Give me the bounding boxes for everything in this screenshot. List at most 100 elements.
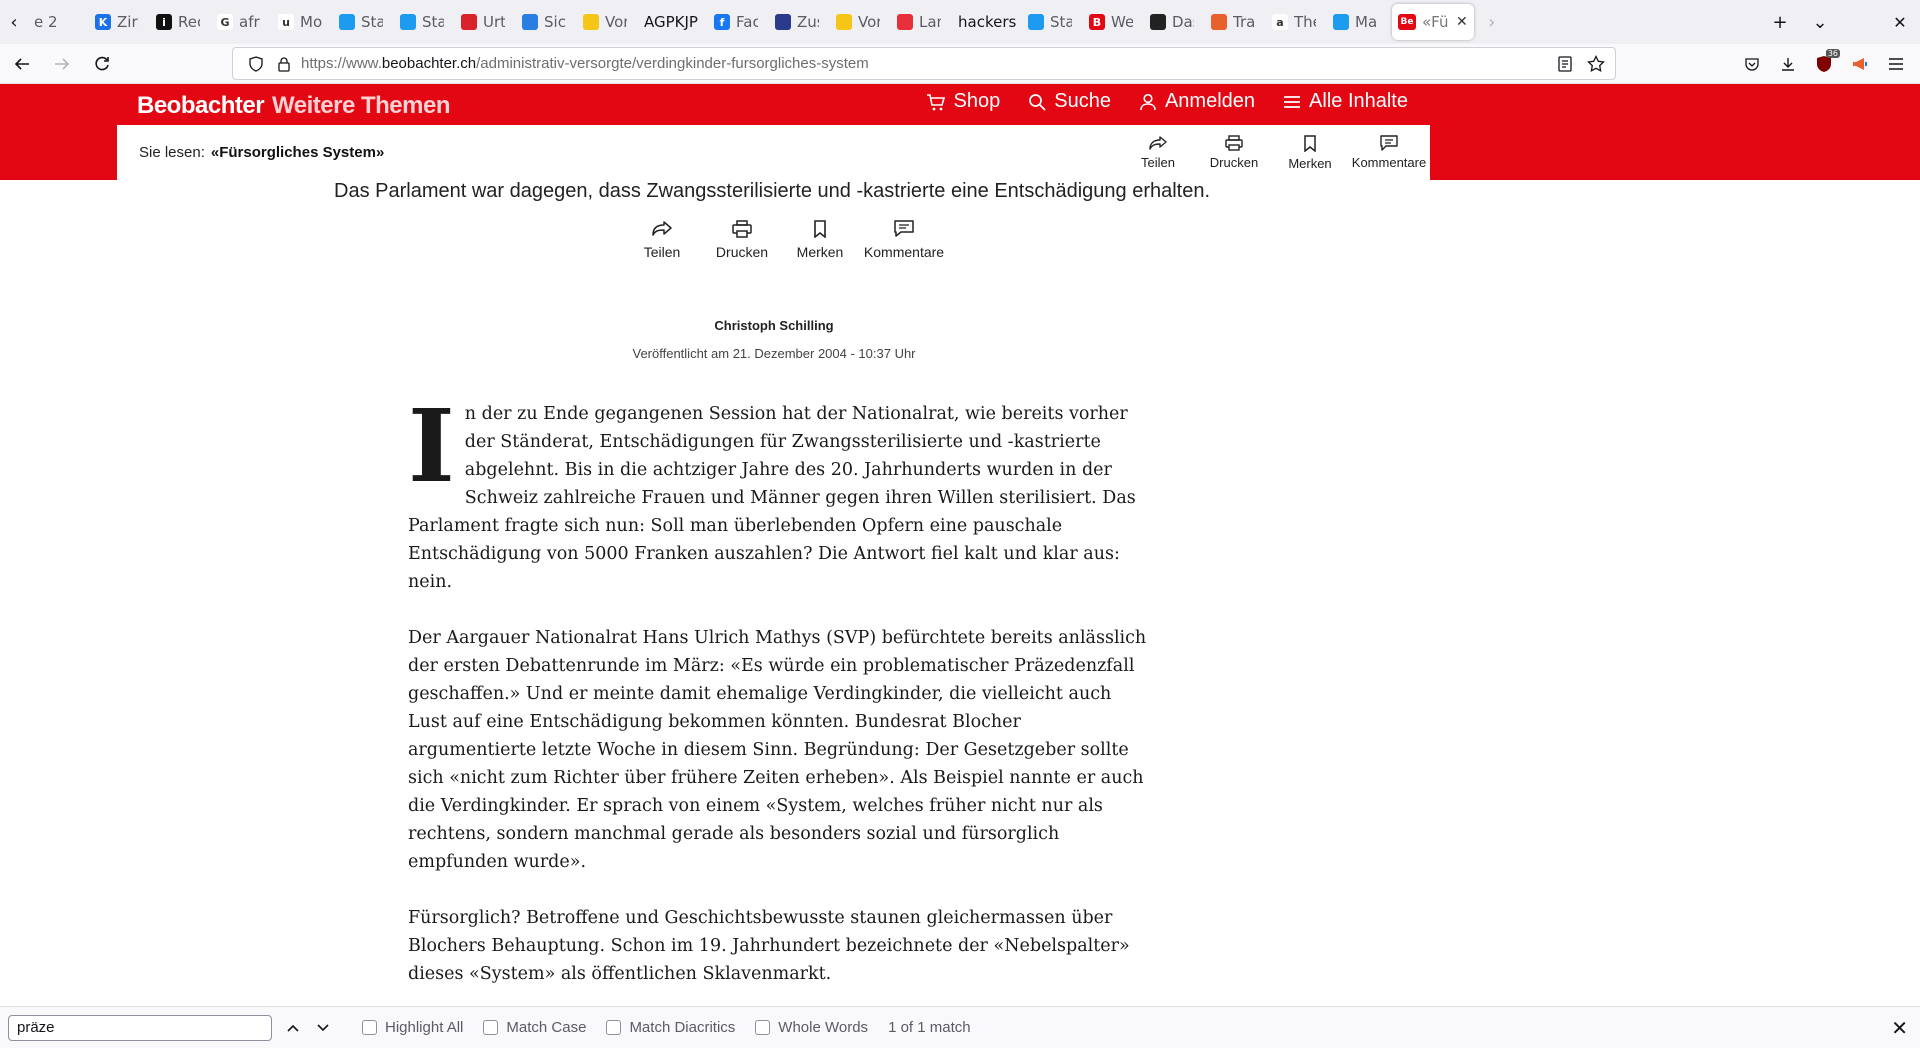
article-paragraph: Fürsorglich? Betroffene und Geschichtsbe… xyxy=(408,908,1130,984)
scroll-tabs-left-button[interactable]: ‹ xyxy=(0,0,28,44)
close-tab-icon[interactable]: ✕ xyxy=(1456,14,1468,30)
checkbox-box[interactable] xyxy=(362,1020,377,1035)
new-tab-button[interactable]: + xyxy=(1760,0,1800,44)
share-button[interactable]: Teilen xyxy=(630,220,694,260)
browser-tab[interactable]: Start xyxy=(394,0,455,44)
browser-tab[interactable]: f Face xyxy=(708,0,769,44)
checkbox-box[interactable] xyxy=(606,1020,622,1035)
browser-tab[interactable]: Urte xyxy=(455,0,516,44)
find-input[interactable] xyxy=(8,1014,272,1041)
grid-icon xyxy=(522,14,538,30)
megaphone-extension-icon[interactable] xyxy=(1844,48,1876,80)
checkbox-box[interactable] xyxy=(755,1020,771,1035)
browser-tab[interactable]: Start xyxy=(333,0,394,44)
browser-tab[interactable]: Vorla xyxy=(577,0,638,44)
url-text: https://www.beobachter.ch/administrativ-… xyxy=(301,55,869,72)
comments-button[interactable]: Kommentare xyxy=(858,220,950,260)
browser-tab[interactable]: Marc xyxy=(1327,0,1388,44)
bookmark-button[interactable]: Merken xyxy=(788,220,852,260)
tab-strip: ‹ e 2KZirbeiRechGafrikuMont Start Start Urt… xyxy=(0,0,1920,44)
find-previous-icon[interactable] xyxy=(286,1023,308,1033)
sticky-print-button[interactable]: Drucken xyxy=(1196,125,1272,180)
sticky-comments-button[interactable]: Kommentare xyxy=(1348,125,1430,180)
browser-tab[interactable]: a The xyxy=(1266,0,1327,44)
ublock-extension-icon[interactable]: 36 xyxy=(1808,48,1840,80)
pocket-icon[interactable] xyxy=(1736,48,1768,80)
browser-tab[interactable]: AGPKJP xyxy=(638,0,708,44)
user-icon xyxy=(1140,93,1156,110)
list-all-tabs-button[interactable]: ⌄ xyxy=(1800,0,1840,44)
tab-title: Rech xyxy=(178,13,200,31)
tab-title: Start xyxy=(361,13,383,31)
browser-tab[interactable]: u Mont xyxy=(272,0,333,44)
close-window-button[interactable]: ✕ xyxy=(1880,0,1920,44)
k-icon: K xyxy=(95,14,111,30)
address-bar[interactable]: https://www.beobachter.ch/administrativ-… xyxy=(232,47,1616,80)
browser-tab[interactable]: Siche xyxy=(516,0,577,44)
flag-icon xyxy=(775,14,791,30)
browser-tab[interactable]: Land xyxy=(891,0,952,44)
close-find-bar-icon[interactable]: ✕ xyxy=(1891,1016,1908,1040)
tab-title: Land xyxy=(919,13,941,31)
browser-tab[interactable]: Start xyxy=(1022,0,1083,44)
beobachter-tab-icon: Be xyxy=(1398,14,1416,30)
bank-icon xyxy=(1150,14,1166,30)
comment-icon xyxy=(894,220,914,237)
nav-shop[interactable]: Shop xyxy=(926,90,1000,113)
active-tab[interactable]: Be «Fü ✕ xyxy=(1392,4,1474,40)
extension-badge: 36 xyxy=(1825,49,1840,58)
nav-search[interactable]: Suche xyxy=(1028,90,1111,113)
checkbox-box[interactable] xyxy=(483,1020,499,1035)
scroll-tabs-right-button[interactable]: › xyxy=(1478,0,1506,44)
tab-title: AGPKJP xyxy=(644,13,698,31)
browser-tab[interactable]: Vorla xyxy=(830,0,891,44)
nav-login[interactable]: Anmelden xyxy=(1139,90,1255,113)
print-icon xyxy=(1225,135,1243,151)
browser-tab[interactable]: e 2 xyxy=(28,0,89,44)
app-menu-icon[interactable] xyxy=(1880,48,1912,80)
browser-tab[interactable]: Das xyxy=(1144,0,1205,44)
tracking-protection-icon[interactable] xyxy=(245,55,267,72)
lock-icon[interactable] xyxy=(273,56,295,72)
section-title[interactable]: Weitere Themen xyxy=(272,92,450,119)
browser-tab[interactable]: hackerso xyxy=(952,0,1022,44)
back-button[interactable] xyxy=(4,48,40,80)
find-bar: Highlight All Match Case Match Diacritic… xyxy=(0,1006,1920,1048)
back-arrow-icon xyxy=(14,57,29,70)
sticky-share-button[interactable]: Teilen xyxy=(1120,125,1196,180)
browser-tab[interactable]: Zusa xyxy=(769,0,830,44)
site-header: Beobachter Weitere Themen Shop Suche Anme… xyxy=(0,84,1920,180)
find-next-icon[interactable] xyxy=(316,1023,338,1033)
bookmark-icon xyxy=(814,220,826,238)
forward-button[interactable] xyxy=(44,48,80,80)
browser-tab[interactable]: Gafrik xyxy=(211,0,272,44)
print-button[interactable]: Drucken xyxy=(700,220,784,260)
reload-button[interactable] xyxy=(84,48,120,80)
find-status: 1 of 1 match xyxy=(888,1019,971,1036)
match-case-checkbox[interactable]: Match Case xyxy=(483,1019,586,1036)
browser-tab[interactable]: B Weh xyxy=(1083,0,1144,44)
browser-tab[interactable]: i Rech xyxy=(150,0,211,44)
bookmark-icon xyxy=(1304,134,1316,152)
bookmark-star-icon[interactable] xyxy=(1587,54,1605,73)
whole-words-checkbox[interactable]: Whole Words xyxy=(755,1019,868,1036)
downloads-icon[interactable] xyxy=(1772,48,1804,80)
tab-title: hackerso xyxy=(958,13,1016,31)
tab-title: Start xyxy=(1050,13,1072,31)
reading-title: «Fürsorgliches System» xyxy=(210,144,385,161)
sticky-bookmark-button[interactable]: Merken xyxy=(1272,125,1348,180)
browser-tab[interactable]: Tran xyxy=(1205,0,1266,44)
match-diacritics-checkbox[interactable]: Match Diacritics xyxy=(606,1019,735,1036)
reading-bar: Sie lesen: «Fürsorgliches System» Teilen… xyxy=(117,125,1430,180)
tab-title: Vorla xyxy=(858,13,880,31)
site-logo[interactable]: Beobachter Weitere Themen xyxy=(137,92,450,120)
browser-tab[interactable]: K Zirbe xyxy=(89,0,150,44)
article-paragraph: In der zu Ende gegangenen Session hat de… xyxy=(408,387,1136,592)
tab-title: Start xyxy=(422,13,444,31)
nav-all-content[interactable]: Alle Inhalte xyxy=(1283,90,1408,113)
reader-view-icon[interactable] xyxy=(1557,55,1573,72)
article-author[interactable]: Christoph Schilling xyxy=(0,318,1548,333)
share-icon xyxy=(652,221,672,236)
highlight-all-checkbox[interactable]: Highlight All xyxy=(362,1019,463,1036)
search-icon xyxy=(1029,93,1046,111)
